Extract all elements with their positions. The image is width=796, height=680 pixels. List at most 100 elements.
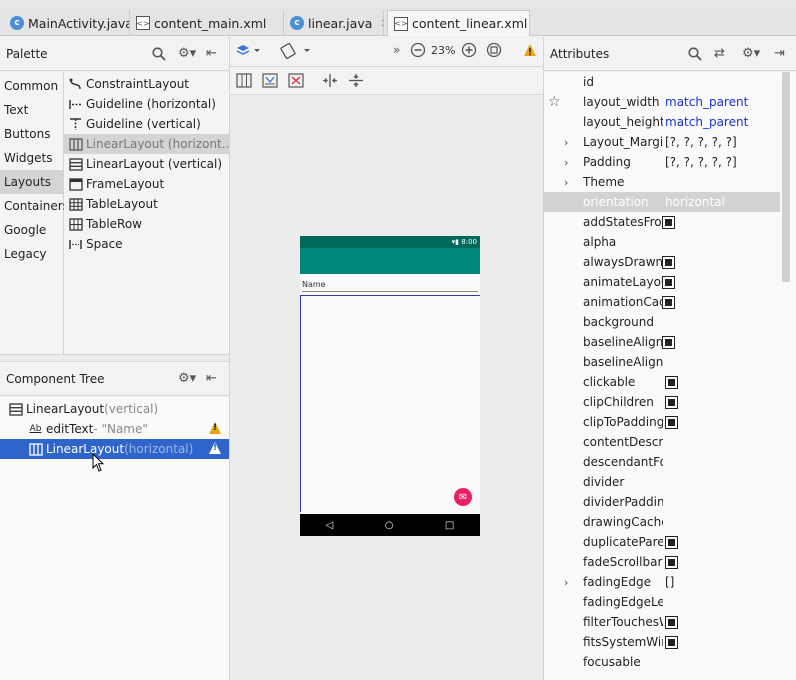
palette-category-legacy[interactable]: Legacy [0, 242, 63, 266]
expand-vertical-icon[interactable] [348, 73, 364, 88]
device-name-field[interactable]: Name [302, 280, 478, 292]
attr-row-addstatesfrom[interactable]: addStatesFrom [544, 212, 780, 232]
tree-row-edittext[interactable]: Ab editText - "Name" [0, 419, 229, 439]
attr-row-orientation[interactable]: orientation horizontal [544, 192, 780, 212]
attr-value[interactable]: [?, ?, ?, ?, ?] [665, 135, 737, 149]
attr-row-background[interactable]: background [544, 312, 780, 332]
clear-constraints-icon[interactable] [288, 73, 304, 88]
attr-row-alwaysdrawn[interactable]: alwaysDrawnW [544, 252, 780, 272]
close-tab-icon[interactable]: ✕ [380, 17, 383, 30]
attr-checkbox[interactable] [665, 396, 678, 409]
swap-view-icon[interactable]: ⇄ [714, 46, 725, 61]
star-icon[interactable]: ☆ [548, 94, 561, 110]
palette-category-layouts[interactable]: Layouts [0, 170, 63, 194]
attr-row-cliptopadding[interactable]: clipToPadding [544, 412, 780, 432]
hide-panel-icon[interactable]: ⇤ [206, 46, 217, 61]
tree-row-linearlayout-horizontal[interactable]: LinearLayout (horizontal) [0, 439, 229, 459]
attributes-scrollbar[interactable] [782, 72, 790, 282]
panel-splitter[interactable] [0, 354, 229, 362]
attr-row-alpha[interactable]: alpha [544, 232, 780, 252]
chevron-right-icon[interactable]: › [564, 156, 568, 169]
attr-row-focusable[interactable]: focusable [544, 652, 780, 672]
zoom-in-icon[interactable] [461, 42, 477, 58]
distribute-horizontal-icon[interactable] [236, 73, 252, 88]
attr-row-fadescrollbars[interactable]: fadeScrollbars [544, 552, 780, 572]
attr-row-baselinealignedchild[interactable]: baselineAligned [544, 352, 780, 372]
expand-horizontal-icon[interactable] [322, 73, 338, 88]
attr-row-divider[interactable]: divider [544, 472, 780, 492]
attr-checkbox[interactable] [665, 376, 678, 389]
device-preview[interactable]: ▾▮ 8:00 Name ✉ ◁ ○ □ [300, 236, 480, 536]
attr-value[interactable]: horizontal [665, 195, 725, 209]
palette-item-linearlayout-vertical[interactable]: LinearLayout (vertical) [64, 154, 229, 174]
attr-row-id[interactable]: id [544, 72, 780, 92]
gear-icon[interactable]: ⚙▾ [178, 371, 196, 386]
zoom-out-icon[interactable] [410, 42, 426, 58]
attr-row-fadingedgelength[interactable]: fadingEdgeLen [544, 592, 780, 612]
warning-icon[interactable] [209, 442, 221, 454]
attr-checkbox[interactable] [662, 336, 675, 349]
gear-icon[interactable]: ⚙▾ [742, 46, 760, 61]
attr-row-clickable[interactable]: clickable [544, 372, 780, 392]
chevron-right-icon[interactable]: › [564, 136, 568, 149]
attr-row-layout-margin[interactable]: › Layout_Margin [?, ?, ?, ?, ?] [544, 132, 780, 152]
selected-linearlayout-horizontal[interactable] [300, 295, 480, 512]
search-icon[interactable] [152, 46, 166, 61]
palette-item-constraintlayout[interactable]: ConstraintLayout [64, 74, 229, 94]
hide-panel-icon[interactable]: ⇥ [774, 46, 785, 61]
attr-row-animationcache[interactable]: animationCach [544, 292, 780, 312]
attr-value[interactable]: [] [665, 575, 674, 589]
chevron-right-icon[interactable]: › [564, 576, 568, 589]
attr-row-fitssystemwindows[interactable]: fitsSystemWind [544, 632, 780, 652]
layers-icon[interactable] [236, 43, 262, 59]
attr-checkbox[interactable] [662, 276, 675, 289]
search-icon[interactable] [688, 46, 702, 61]
attr-row-filtertoucheswhenobscured[interactable]: filterTouchesW [544, 612, 780, 632]
palette-item-guideline-vertical[interactable]: Guideline (vertical) [64, 114, 229, 134]
attr-checkbox[interactable] [665, 556, 678, 569]
attr-value[interactable]: match_parent [665, 115, 748, 129]
palette-category-buttons[interactable]: Buttons [0, 122, 63, 146]
attr-row-animatelayout[interactable]: animateLayout [544, 272, 780, 292]
attr-checkbox[interactable] [662, 256, 675, 269]
overflow-chevron-icon[interactable]: » [393, 43, 400, 57]
tab-content-linear-xml[interactable]: <> content_linear.xml ✕ [387, 10, 530, 36]
palette-category-containers[interactable]: Containers [0, 194, 69, 218]
attr-checkbox[interactable] [665, 416, 678, 429]
attr-checkbox[interactable] [665, 636, 678, 649]
palette-item-tablelayout[interactable]: TableLayout [64, 194, 229, 214]
attr-row-descendantfocusability[interactable]: descendantFoc [544, 452, 780, 472]
palette-item-space[interactable]: Space [64, 234, 229, 254]
attr-value[interactable]: [?, ?, ?, ?, ?] [665, 155, 737, 169]
palette-category-widgets[interactable]: Widgets [0, 146, 63, 170]
attr-row-baselinealigned[interactable]: baselineAligned [544, 332, 780, 352]
palette-item-framelayout[interactable]: FrameLayout [64, 174, 229, 194]
fit-screen-icon[interactable] [486, 42, 502, 58]
attr-row-dividerpadding[interactable]: dividerPadding [544, 492, 780, 512]
attr-checkbox[interactable] [662, 216, 675, 229]
tab-mainactivity-java[interactable]: c MainActivity.java [4, 10, 130, 36]
palette-item-linearlayout-horizontal[interactable]: LinearLayout (horizont... [64, 134, 229, 154]
palette-category-common[interactable]: Common [0, 74, 63, 98]
warning-icon[interactable] [209, 422, 221, 434]
design-canvas[interactable]: ▾▮ 8:00 Name ✉ ◁ ○ □ [229, 95, 543, 680]
attr-row-duplicateparentstate[interactable]: duplicateParent [544, 532, 780, 552]
attr-row-clipchildren[interactable]: clipChildren [544, 392, 780, 412]
attr-row-fadingedge[interactable]: › fadingEdge [] [544, 572, 780, 592]
baseline-align-icon[interactable] [262, 73, 278, 88]
attr-row-layout-width[interactable]: ☆ layout_width match_parent [544, 92, 780, 112]
attr-checkbox[interactable] [665, 536, 678, 549]
gear-icon[interactable]: ⚙▾ [178, 46, 196, 61]
palette-item-tablerow[interactable]: TableRow [64, 214, 229, 234]
palette-category-google[interactable]: Google [0, 218, 63, 242]
chevron-right-icon[interactable]: › [564, 176, 568, 189]
attr-row-layout-height[interactable]: layout_height match_parent [544, 112, 780, 132]
attr-value[interactable]: match_parent [665, 95, 748, 109]
orientation-icon[interactable] [280, 43, 312, 59]
attr-row-contentdescription[interactable]: contentDescrip [544, 432, 780, 452]
tree-row-linearlayout-vertical[interactable]: LinearLayout (vertical) [0, 399, 229, 419]
hide-panel-icon[interactable]: ⇤ [206, 371, 217, 386]
palette-category-text[interactable]: Text [0, 98, 63, 122]
attr-checkbox[interactable] [665, 616, 678, 629]
attr-row-theme[interactable]: › Theme [544, 172, 780, 192]
